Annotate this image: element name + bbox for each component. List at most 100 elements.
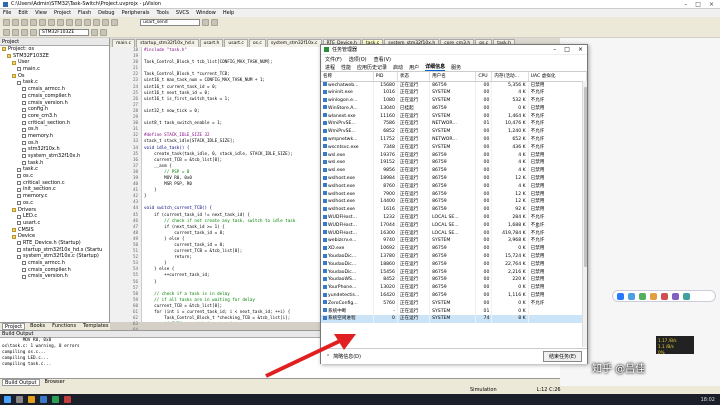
project-tree-item[interactable]: Device (0, 233, 109, 240)
project-tree-item[interactable]: Project: os (0, 46, 109, 53)
bookmark-icon[interactable] (93, 18, 100, 26)
process-row[interactable]: 系统中断 - 正在运行 SYSTEM 01 0 K (321, 307, 588, 316)
menu-item-tools[interactable]: Tools (157, 10, 169, 16)
process-row[interactable]: yundetectis... 16420 正在运行 86759 00 1,116 K 已禁用 (321, 292, 588, 300)
process-row[interactable]: wsl.exe 9856 正在运行 86759 00 4 K 已禁用 (321, 167, 588, 176)
process-row[interactable]: YoudaoDic... 13780 正在运行 86759 00 15,724 K 已禁用 (321, 253, 588, 261)
project-tree-item[interactable]: task.c (0, 166, 109, 173)
column-header[interactable]: 内存(活动... (491, 72, 529, 82)
project-tree-item[interactable]: stm32f10x.h (0, 146, 109, 153)
search-input[interactable]: usart_send (140, 18, 200, 26)
task-manager-tab[interactable]: 详细信息 (425, 63, 446, 71)
process-row[interactable]: wscntsvc.exe 7348 正在运行 SYSTEM 00 436 K 不允许 (321, 143, 588, 152)
column-header[interactable]: PID (373, 72, 398, 82)
close-icon[interactable]: × (709, 1, 714, 8)
project-tree-item[interactable]: config.h (0, 106, 109, 113)
new-file-icon[interactable] (3, 18, 10, 26)
code-editor[interactable]: #include "task.h" Task_Control_Block_t tc… (142, 47, 322, 322)
target-options-icon[interactable] (91, 28, 98, 36)
process-row[interactable]: YourPhone... 13020 正在运行 86759 00 0 K 已禁用 (321, 284, 588, 293)
project-tree-item[interactable]: critical_section.h (0, 120, 109, 127)
column-header[interactable]: 用户名 (429, 72, 477, 82)
taskbar-app-icon[interactable] (64, 396, 71, 403)
toolbar-icon[interactable] (650, 292, 657, 300)
scrollbar-thumb[interactable] (584, 87, 587, 267)
close-icon[interactable]: × (578, 46, 583, 53)
process-row[interactable]: wslhost.exe 14400 正在运行 86759 00 12 K 已禁用 (321, 198, 588, 207)
taskbar-app-icon[interactable] (40, 396, 47, 403)
process-row[interactable]: WUDFHost... 16300 正在运行 LOCAL SE... 00 419,784… (321, 229, 588, 238)
floating-toolbar[interactable] (612, 290, 716, 302)
menu-item-help[interactable]: Help (223, 10, 234, 16)
column-header[interactable]: 名称 (321, 72, 374, 82)
menu-item-peripherals[interactable]: Peripherals (122, 10, 150, 16)
menu-item-svcs[interactable]: SVCS (176, 10, 189, 16)
menu-item-debug[interactable]: Debug (98, 10, 114, 16)
process-row[interactable]: wsl.exe 19152 正在运行 86759 00 4 K 已禁用 (321, 159, 588, 168)
column-header[interactable]: CPU (475, 72, 493, 82)
project-tree-item[interactable]: os.h (0, 126, 109, 133)
process-row[interactable]: wsl.exe 19376 正在运行 86759 00 4 K 已禁用 (321, 151, 588, 160)
task-manager-tab[interactable]: 用户 (409, 64, 419, 71)
process-row[interactable]: ZeroConfig... 5760 正在运行 SYSTEM 00 0 K 不允许 (321, 299, 588, 308)
task-manager-menu-item[interactable]: 查看(V) (374, 56, 391, 63)
process-row[interactable]: wininit.exe 1016 正在运行 SYSTEM 00 4 K 不允许 (321, 89, 588, 98)
process-row[interactable]: wlanext.exe 11160 正在运行 SYSTEM 00 1,464 K 不允许 (321, 112, 588, 121)
maximize-icon[interactable]: □ (564, 46, 570, 53)
process-row[interactable]: wslhost.exe 8760 正在运行 86759 00 4 K 已禁用 (321, 182, 588, 191)
editor-tab[interactable]: startup_stm32f10x_hd.s (136, 39, 199, 47)
project-tree-item[interactable]: cmsis_armcc.h (0, 260, 109, 267)
download-icon[interactable] (30, 28, 37, 36)
project-tree-item[interactable]: os.h (0, 140, 109, 147)
project-tab-templates[interactable]: Templates (81, 323, 110, 330)
find-icon[interactable] (84, 18, 91, 26)
process-row[interactable]: wslhost.exe 1616 正在运行 86759 00 92 K 已禁用 (321, 206, 588, 215)
project-tree-item[interactable]: critical_section.c (0, 180, 109, 187)
process-row[interactable]: winlogon.e... 1080 正在运行 SYSTEM 00 532 K 不允许 (321, 97, 588, 105)
task-manager-tab[interactable]: 启动 (393, 64, 403, 71)
project-tab-books[interactable]: Books (28, 323, 47, 330)
process-row[interactable]: wmpnetwk... 11752 正在运行 NETWOR... 00 652 K 不允许 (321, 136, 588, 144)
toolbar-icon[interactable] (661, 292, 668, 300)
redo-icon[interactable] (75, 18, 82, 26)
maximize-icon[interactable]: □ (695, 1, 701, 8)
project-tree-item[interactable]: User (0, 59, 109, 66)
translate-icon[interactable] (3, 28, 10, 36)
column-header[interactable]: 状态 (397, 72, 431, 82)
project-tree-item[interactable]: cmsis_version.h (0, 273, 109, 280)
menu-item-edit[interactable]: Edit (18, 10, 28, 16)
project-tree-item[interactable]: memory.h (0, 133, 109, 140)
process-row[interactable]: XD.exe 10692 正在运行 86759 00 0 K 已禁用 (321, 245, 588, 254)
build-tab[interactable]: Browser (43, 379, 67, 386)
project-tree-item[interactable]: memory.c (0, 193, 109, 200)
project-tab-project[interactable]: Project (2, 323, 26, 330)
project-tree-item[interactable]: main.c (0, 66, 109, 73)
open-file-icon[interactable] (12, 18, 19, 26)
process-row[interactable]: YoudaoDic... 15456 正在运行 86759 00 2,216 K 已禁用 (321, 268, 588, 277)
project-tab-functions[interactable]: Functions (50, 323, 78, 330)
build-icon[interactable] (12, 28, 19, 36)
process-row[interactable]: WinStore.A... 13040 已挂起 86759 00 0 K 已禁用 (321, 104, 588, 113)
editor-tab[interactable]: system_stm32f10x.c (266, 39, 322, 47)
copy-icon[interactable] (48, 18, 55, 26)
process-row[interactable]: YoudaoWS... 8452 正在运行 86759 00 220 K 已禁用 (321, 276, 588, 285)
menu-item-file[interactable]: File (3, 10, 11, 16)
start-icon[interactable] (4, 396, 11, 403)
editor-tab[interactable]: os.c (248, 39, 266, 47)
process-row[interactable]: wslhost.exe 7900 正在运行 86759 00 12 K 已禁用 (321, 190, 588, 199)
taskbar-app-icon[interactable] (28, 396, 35, 403)
project-tree-item[interactable]: usart.c (0, 220, 109, 227)
save-icon[interactable] (21, 18, 28, 26)
paste-icon[interactable] (57, 18, 64, 26)
project-tree-item[interactable]: STM32F103ZE (0, 53, 109, 60)
undo-icon[interactable] (66, 18, 73, 26)
process-row[interactable]: YoudaoDic... 18860 正在运行 86759 00 22,764 K 已禁用 (321, 260, 588, 269)
rebuild-icon[interactable] (21, 28, 28, 36)
project-tree-item[interactable]: system_stm32f10x.c (Startup) (0, 253, 109, 260)
process-row[interactable]: WmiPrvSE... 7586 正在运行 NETWOR... 01 10,476 K 不允… (321, 120, 588, 129)
project-tree-item[interactable]: os.c (0, 173, 109, 180)
column-header[interactable]: UAC 虚拟化 (528, 72, 588, 82)
project-tree-item[interactable]: RTE_Device.h (Startup) (0, 240, 109, 247)
end-task-button[interactable]: 结束任务(E) (542, 351, 582, 362)
editor-tab[interactable]: usart.h (199, 39, 224, 47)
